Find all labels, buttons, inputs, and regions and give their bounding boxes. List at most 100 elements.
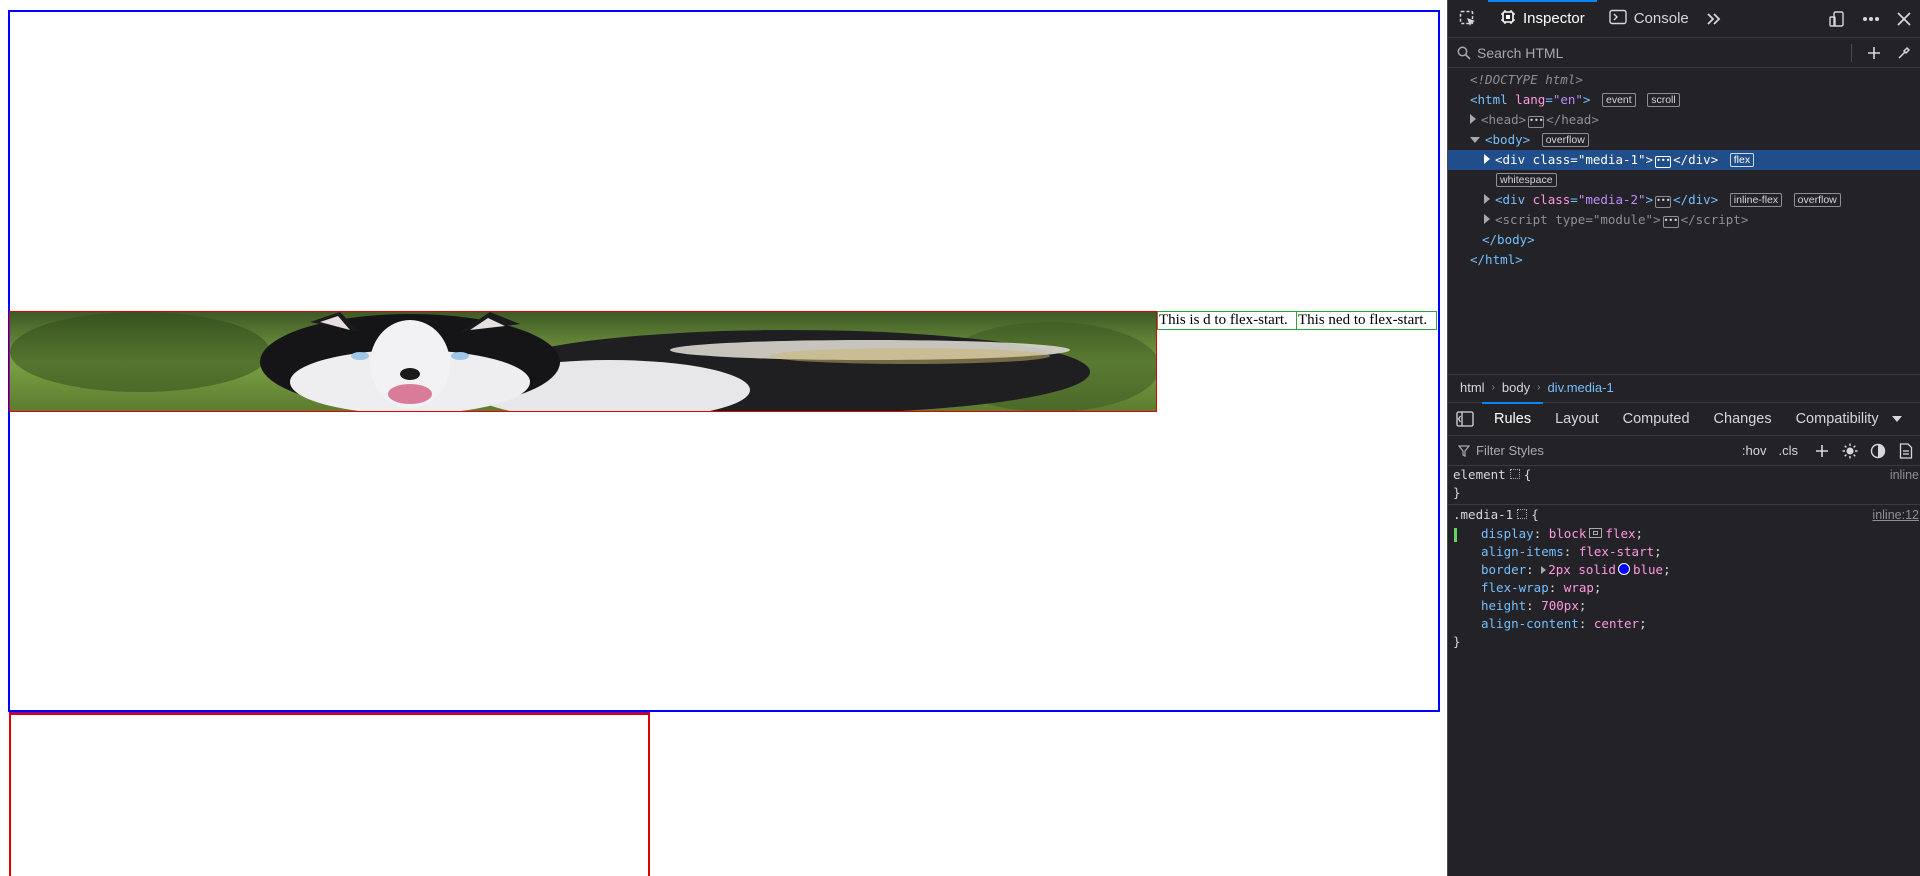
badge-overflow[interactable]: overflow bbox=[1541, 133, 1589, 147]
media1-rule-source-link[interactable]: inline:12 bbox=[1872, 506, 1919, 524]
tree-head-node[interactable]: <head> ••• </head> bbox=[1448, 110, 1920, 130]
tab-console-label: Console bbox=[1633, 10, 1689, 27]
badge-flex[interactable]: flex bbox=[1729, 153, 1755, 167]
badge-overflow-2[interactable]: overflow bbox=[1793, 193, 1841, 207]
console-icon bbox=[1609, 9, 1627, 29]
search-icon bbox=[1457, 46, 1471, 60]
tree-div-media-1[interactable]: <div class="media-1"> ••• </div> flex bbox=[1448, 150, 1920, 170]
responsive-design-icon[interactable] bbox=[1820, 0, 1854, 38]
media-2-container[interactable] bbox=[9, 713, 650, 876]
filter-styles-bar[interactable]: Filter Styles :hov .cls bbox=[1448, 436, 1920, 466]
media1-selector: .media-1 bbox=[1453, 507, 1514, 522]
tree-div-media-2[interactable]: <div class="media-2"> ••• </div> inline-fl… bbox=[1448, 190, 1920, 210]
add-rule-icon[interactable] bbox=[1808, 444, 1836, 458]
script-attr-value: "module" bbox=[1592, 212, 1654, 227]
tab-rules[interactable]: Rules bbox=[1482, 402, 1544, 436]
script-attr-name: type bbox=[1555, 212, 1586, 227]
decl-value[interactable]: center bbox=[1594, 616, 1639, 631]
filter-styles-input[interactable]: Filter Styles bbox=[1476, 443, 1544, 458]
decl-prop: align-content bbox=[1481, 616, 1579, 631]
eyedropper-icon[interactable] bbox=[1888, 38, 1920, 68]
search-html-input[interactable]: Search HTML bbox=[1477, 45, 1563, 61]
tree-doctype[interactable]: <!DOCTYPE html> bbox=[1448, 70, 1920, 90]
head-tag-name: head bbox=[1488, 112, 1519, 127]
decl-prop: align-items bbox=[1481, 544, 1564, 559]
tab-layout[interactable]: Layout bbox=[1543, 402, 1611, 436]
tree-html-node[interactable]: <html lang="en"> event scroll bbox=[1448, 90, 1920, 110]
decl-value[interactable]: wrap bbox=[1564, 580, 1594, 595]
decl-prop: height bbox=[1481, 598, 1527, 613]
expand-arrow-icon[interactable] bbox=[1484, 214, 1490, 224]
hov-toggle[interactable]: :hov bbox=[1742, 443, 1767, 458]
expand-shorthand-icon[interactable] bbox=[1541, 566, 1547, 574]
tab-compatibility[interactable]: Compatibility bbox=[1784, 402, 1891, 436]
collapsed-dots-icon[interactable]: ••• bbox=[1655, 196, 1672, 208]
dark-theme-icon[interactable] bbox=[1864, 443, 1892, 459]
sidepanel-tabs: Rules Layout Computed Changes Compatibil… bbox=[1448, 402, 1920, 436]
flexbox-highlight-icon[interactable] bbox=[1589, 528, 1603, 538]
div1-attr-name: class bbox=[1532, 152, 1571, 167]
husky-photo bbox=[10, 312, 1156, 411]
badge-inline-flex[interactable]: inline-flex bbox=[1729, 193, 1783, 207]
expand-arrow-icon[interactable] bbox=[1484, 194, 1490, 204]
media1-rule-header[interactable]: .media-1{ inline:12 bbox=[1448, 506, 1920, 524]
decl-height[interactable]: height: 700px; bbox=[1448, 597, 1920, 615]
breadcrumb-html[interactable]: html bbox=[1460, 380, 1485, 395]
tree-script-node[interactable]: <script type="module"> ••• </script> bbox=[1448, 210, 1920, 230]
element-selector: element bbox=[1453, 467, 1506, 482]
husky-image[interactable] bbox=[9, 311, 1157, 412]
more-options-icon[interactable] bbox=[1854, 0, 1888, 38]
collapse-arrow-icon[interactable] bbox=[1470, 137, 1480, 143]
decl-prop: flex-wrap bbox=[1481, 580, 1549, 595]
decl-align-content[interactable]: align-content: center; bbox=[1448, 615, 1920, 633]
chevrons-right-icon[interactable] bbox=[1701, 0, 1727, 38]
tab-computed[interactable]: Computed bbox=[1611, 402, 1702, 436]
decl-value[interactable]: 2px solid bbox=[1548, 562, 1616, 577]
decl-display[interactable]: display: block flex; bbox=[1448, 525, 1920, 543]
tab-console[interactable]: Console bbox=[1597, 0, 1701, 38]
tab-inspector[interactable]: Inspector bbox=[1488, 0, 1597, 38]
tree-html-close[interactable]: </html> bbox=[1448, 250, 1920, 270]
collapsed-dots-icon[interactable]: ••• bbox=[1655, 156, 1672, 168]
tabs-dropdown-icon[interactable] bbox=[1891, 402, 1903, 436]
node-highlight-icon[interactable] bbox=[1517, 509, 1528, 519]
page-viewport: This is d to flex-start. This ned to fle… bbox=[0, 0, 1447, 876]
node-highlight-icon[interactable] bbox=[1509, 469, 1520, 479]
add-node-icon[interactable] bbox=[1860, 38, 1888, 68]
html-attr-value: "en" bbox=[1552, 92, 1583, 107]
decl-value[interactable]: block bbox=[1549, 526, 1587, 541]
expand-arrow-icon[interactable] bbox=[1484, 154, 1490, 164]
html-search-bar[interactable]: Search HTML bbox=[1448, 38, 1920, 68]
tree-body-node[interactable]: <body> overflow bbox=[1448, 130, 1920, 150]
collapsed-dots-icon[interactable]: ••• bbox=[1662, 216, 1679, 228]
decl-flex-wrap[interactable]: flex-wrap: wrap; bbox=[1448, 579, 1920, 597]
decl-value-2[interactable]: flex bbox=[1605, 526, 1635, 541]
div2-attr-name: class bbox=[1532, 192, 1571, 207]
badge-event[interactable]: event bbox=[1601, 93, 1636, 107]
decl-value-2[interactable]: blue bbox=[1633, 562, 1663, 577]
decl-value[interactable]: 700px bbox=[1541, 598, 1579, 613]
badge-whitespace[interactable]: whitespace bbox=[1496, 173, 1557, 187]
close-icon[interactable] bbox=[1888, 0, 1920, 38]
color-swatch-icon[interactable] bbox=[1617, 563, 1630, 575]
print-media-icon[interactable] bbox=[1892, 442, 1920, 459]
script-tag-name: script bbox=[1502, 212, 1548, 227]
div2-attr-value: "media-2" bbox=[1577, 192, 1646, 207]
div1-tag-name: div bbox=[1502, 152, 1526, 167]
element-picker-icon[interactable] bbox=[1448, 0, 1488, 38]
badge-scroll[interactable]: scroll bbox=[1647, 93, 1680, 107]
decl-border[interactable]: border: 2px solid blue; bbox=[1448, 561, 1920, 579]
collapsed-dots-icon[interactable]: ••• bbox=[1528, 116, 1545, 128]
light-theme-icon[interactable] bbox=[1836, 443, 1864, 459]
breadcrumb-div-media-1[interactable]: div.media-1 bbox=[1547, 380, 1613, 395]
tree-body-close[interactable]: </body> bbox=[1448, 230, 1920, 250]
decl-value[interactable]: flex-start bbox=[1579, 544, 1654, 559]
expand-arrow-icon[interactable] bbox=[1470, 114, 1476, 124]
cls-toggle[interactable]: .cls bbox=[1779, 443, 1799, 458]
element-rule-header[interactable]: element{ inline bbox=[1448, 466, 1920, 484]
tab-changes[interactable]: Changes bbox=[1702, 402, 1784, 436]
toggle-sidebar-icon[interactable] bbox=[1448, 402, 1482, 436]
breadcrumb-body[interactable]: body bbox=[1502, 380, 1530, 395]
rule-separator bbox=[1448, 504, 1920, 505]
decl-align-items[interactable]: align-items: flex-start; bbox=[1448, 543, 1920, 561]
